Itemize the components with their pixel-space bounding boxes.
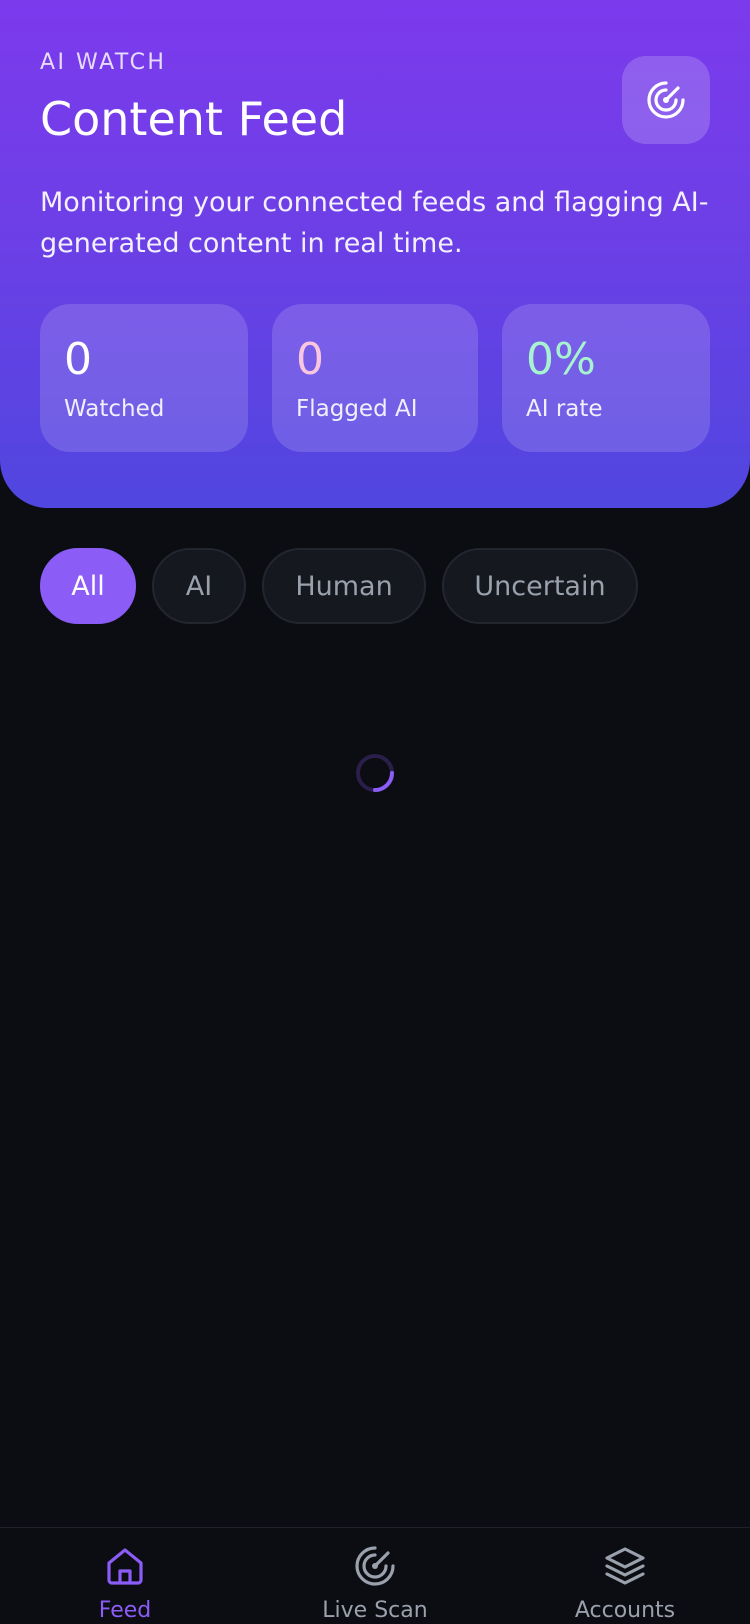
filter-chip-ai[interactable]: AI bbox=[152, 548, 246, 624]
nav-label-live-scan: Live Scan bbox=[322, 1598, 428, 1623]
stat-flagged-label: Flagged AI bbox=[296, 396, 418, 422]
nav-label-accounts: Accounts bbox=[574, 1598, 676, 1623]
stat-flagged-ai: 0 Flagged AI bbox=[272, 304, 478, 452]
app-eyebrow: AI WATCH bbox=[40, 50, 167, 75]
filter-chip-all[interactable]: All bbox=[40, 548, 136, 624]
screen: AI WATCH Content Feed Monitoring your co… bbox=[0, 0, 750, 1624]
loading-spinner bbox=[356, 754, 394, 792]
filter-chip-uncertain[interactable]: Uncertain bbox=[442, 548, 638, 624]
stat-watched: 0 Watched bbox=[40, 304, 248, 452]
radar-icon bbox=[355, 1546, 395, 1586]
stat-watched-value: 0 bbox=[64, 334, 92, 385]
stat-flagged-value: 0 bbox=[296, 334, 324, 385]
stat-ai-rate-label: AI rate bbox=[526, 396, 603, 422]
nav-item-live-scan[interactable]: Live Scan bbox=[250, 1528, 500, 1624]
nav-label-feed: Feed bbox=[98, 1598, 152, 1623]
nav-item-feed[interactable]: Feed bbox=[0, 1528, 250, 1624]
radar-icon bbox=[647, 81, 685, 119]
stat-ai-rate: 0% AI rate bbox=[502, 304, 710, 452]
nav-item-accounts[interactable]: Accounts bbox=[500, 1528, 750, 1624]
stat-watched-label: Watched bbox=[64, 396, 165, 422]
home-icon bbox=[107, 1548, 143, 1585]
radar-button[interactable] bbox=[622, 56, 710, 144]
layers-icon bbox=[605, 1547, 645, 1585]
filter-chip-human[interactable]: Human bbox=[262, 548, 426, 624]
header: AI WATCH Content Feed Monitoring your co… bbox=[0, 0, 750, 508]
bottom-nav: Feed Live Scan Accounts bbox=[0, 1527, 750, 1624]
stat-ai-rate-value: 0% bbox=[526, 334, 596, 385]
page-title: Content Feed bbox=[40, 92, 348, 146]
header-subtitle: Monitoring your connected feeds and flag… bbox=[40, 187, 709, 259]
